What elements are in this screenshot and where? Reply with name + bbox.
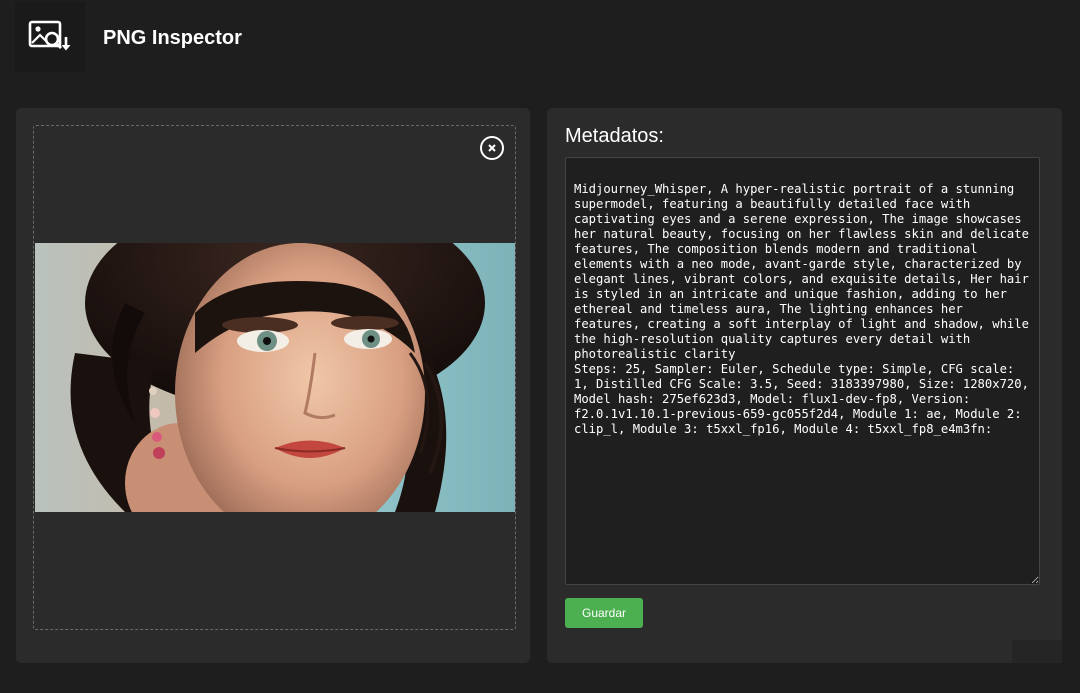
- metadata-panel: Metadatos: Midjourney_Whisper, A hyper-r…: [547, 108, 1062, 663]
- portrait-image: [35, 243, 515, 512]
- corner-overlay: [1012, 640, 1062, 663]
- close-icon: [488, 144, 496, 152]
- app-logo: [15, 2, 85, 72]
- metadata-heading: Metadatos:: [565, 125, 664, 147]
- app-title: PNG Inspector: [103, 27, 242, 49]
- metadata-textarea[interactable]: Midjourney_Whisper, A hyper-realistic po…: [565, 157, 1040, 585]
- image-preview: [35, 243, 515, 512]
- image-panel: [16, 108, 530, 663]
- save-button[interactable]: Guardar: [565, 598, 643, 628]
- app-header: PNG Inspector: [0, 0, 1080, 76]
- image-search-download-icon: [28, 20, 71, 51]
- image-dropzone[interactable]: [33, 125, 516, 630]
- remove-image-button[interactable]: [480, 136, 504, 160]
